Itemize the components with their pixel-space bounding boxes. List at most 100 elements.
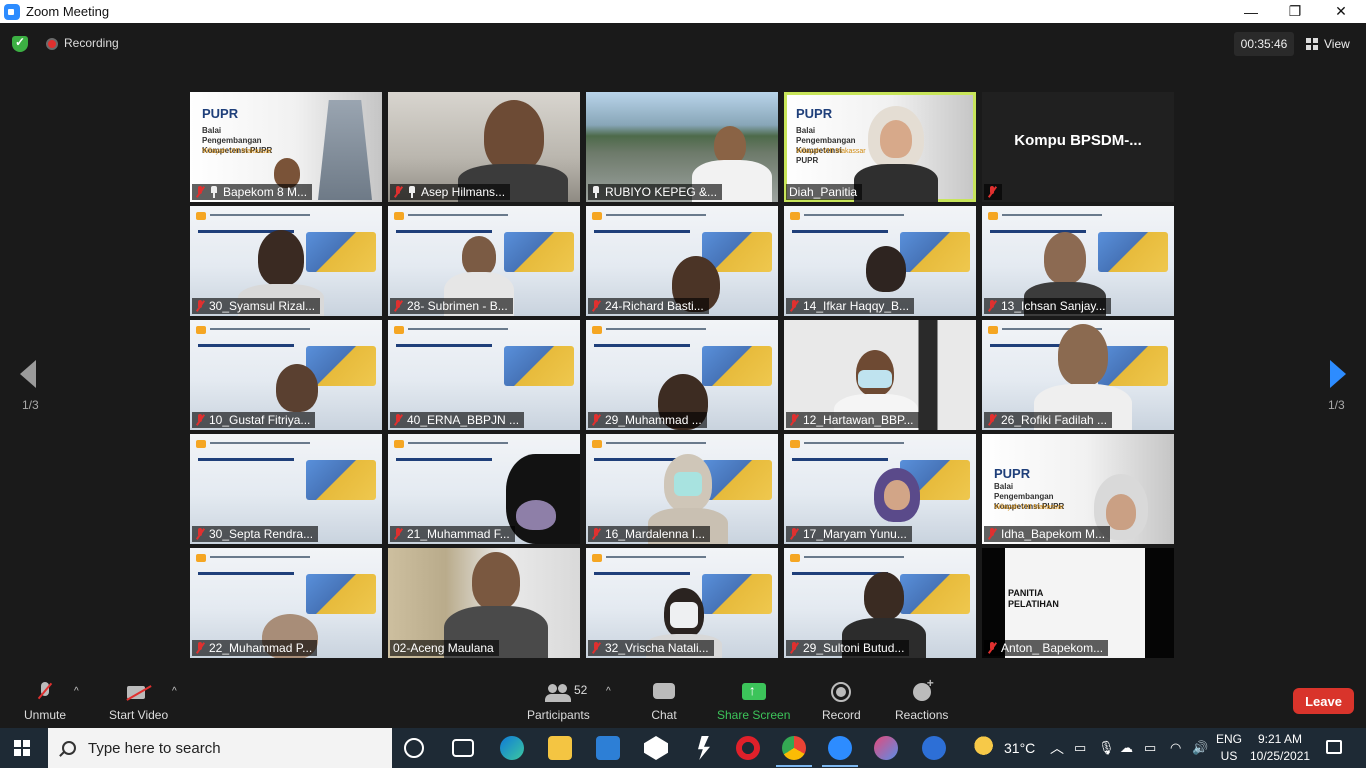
meet-now-icon[interactable]: ▭	[1074, 728, 1086, 768]
chat-button[interactable]: Chat	[650, 680, 678, 722]
view-button[interactable]: View	[1306, 32, 1350, 56]
participant-name-tag: 40_ERNA_BBPJN ...	[390, 412, 525, 428]
video-tile[interactable]: 24-Richard Basti...	[586, 206, 778, 316]
video-tile[interactable]: 26_Rofiki Fadilah ...	[982, 320, 1174, 430]
video-tile[interactable]: 17_Maryam Yunu...	[784, 434, 976, 544]
asphalt-plant-image	[1098, 346, 1168, 386]
dropbox-icon[interactable]	[644, 736, 668, 760]
minimize-button[interactable]: —	[1228, 0, 1274, 23]
participants-icon	[544, 680, 572, 704]
tray-chevron-icon[interactable]: ︿	[1050, 728, 1064, 768]
muted-mic-icon	[591, 414, 601, 426]
video-tile[interactable]: 21_Muhammad F...	[388, 434, 580, 544]
video-tile[interactable]: 12_Hartawan_BBP...	[784, 320, 976, 430]
slide-header-line	[1002, 214, 1102, 216]
video-tile-camera-off[interactable]: Kompu BPSDM-...	[982, 92, 1174, 202]
edge-browser-icon[interactable]	[500, 736, 524, 760]
reactions-button[interactable]: Reactions	[895, 676, 948, 722]
muted-microphone-icon	[31, 680, 59, 704]
input-language-indicator[interactable]: ENG US	[1216, 731, 1242, 765]
video-tile[interactable]: 30_Septa Rendra...	[190, 434, 382, 544]
leave-button[interactable]: Leave	[1293, 688, 1354, 714]
participants-count: 52	[574, 683, 588, 697]
share-screen-button[interactable]: Share Screen	[717, 680, 790, 722]
asphalt-plant-image	[900, 232, 970, 272]
search-icon	[62, 741, 76, 755]
video-tile[interactable]: 40_ERNA_BBPJN ...	[388, 320, 580, 430]
windows-start-icon[interactable]	[14, 740, 30, 756]
previous-page-arrow-icon[interactable]	[20, 360, 36, 388]
video-tile[interactable]: 02-Aceng Maulana	[388, 548, 580, 658]
active-speaker-tile[interactable]: PUPR Balai Pengembangan Kompetensi PUPR …	[784, 92, 976, 202]
participant-name-tag: 21_Muhammad F...	[390, 526, 515, 542]
video-tile[interactable]: 22_Muhammad P...	[190, 548, 382, 658]
wifi-icon[interactable]: ◠	[1170, 728, 1181, 768]
help-icon[interactable]	[922, 736, 946, 760]
battery-icon[interactable]: ▭	[1144, 728, 1156, 768]
lightning-app-icon[interactable]	[698, 736, 710, 760]
microphone-tray-icon[interactable]: 🎙	[1098, 728, 1115, 768]
slide-title-line	[198, 572, 294, 575]
asphalt-plant-image	[504, 232, 574, 272]
slide-header-line	[210, 328, 310, 330]
participants-options-caret[interactable]: ^	[606, 686, 611, 697]
restore-button[interactable]: ❐	[1272, 0, 1318, 23]
video-tile[interactable]: 29_Sultoni Butud...	[784, 548, 976, 658]
window-title-bar: Zoom Meeting — ❐ ✕	[0, 0, 1366, 23]
video-tile[interactable]: 16_Mardalenna I...	[586, 434, 778, 544]
participant-name-tag: 29_Muhammad ...	[588, 412, 707, 428]
volume-icon[interactable]: 🔊	[1192, 728, 1208, 768]
opera-browser-icon[interactable]	[736, 736, 760, 760]
weather-temperature[interactable]: 31°C	[1004, 728, 1035, 768]
pupr-logo: PUPR	[994, 466, 1031, 481]
file-explorer-icon[interactable]	[548, 736, 572, 760]
slide-header-line	[606, 556, 706, 558]
video-tile[interactable]: 29_Muhammad ...	[586, 320, 778, 430]
security-shield-icon[interactable]	[12, 35, 28, 52]
cortana-icon[interactable]	[404, 738, 424, 758]
slide-header-line	[804, 214, 904, 216]
audio-options-caret[interactable]: ^	[74, 686, 79, 697]
network-app-icon[interactable]	[874, 736, 898, 760]
participant-name-tag: Anton_ Bapekom...	[984, 640, 1109, 656]
ministry-logo	[988, 212, 998, 220]
muted-mic-icon	[393, 300, 403, 312]
cloud-sync-icon[interactable]: ☁	[1120, 728, 1133, 768]
mail-icon[interactable]	[596, 736, 620, 760]
video-tile[interactable]: RUBIYO KEPEG &...	[586, 92, 778, 202]
asphalt-plant-image	[900, 574, 970, 614]
video-tile[interactable]: PANITIA PELATIHAN Anton_ Bapekom...	[982, 548, 1174, 658]
system-clock[interactable]: 9:21 AM 10/25/2021	[1250, 731, 1310, 765]
video-tile[interactable]: PUPR Balai Pengembangan Kompetensi PUPR …	[982, 434, 1174, 544]
participant-name-tag: 12_Hartawan_BBP...	[786, 412, 919, 428]
slide-title-line	[594, 344, 690, 347]
video-tile[interactable]: 30_Syamsul Rizal...	[190, 206, 382, 316]
close-button[interactable]: ✕	[1318, 0, 1364, 23]
weather-sun-icon[interactable]	[974, 736, 998, 760]
video-tile[interactable]: PUPR Balai Pengembangan Kompetensi PUPR …	[190, 92, 382, 202]
recording-icon	[46, 38, 58, 50]
unmute-button[interactable]: Unmute	[24, 680, 66, 722]
next-page-arrow-icon[interactable]	[1330, 360, 1346, 388]
slide-balai-text: Balai Pengembangan Kompetensi PUPR	[796, 126, 856, 165]
pin-icon	[209, 186, 219, 198]
start-video-button[interactable]: Start Video	[109, 680, 168, 722]
notification-center-icon[interactable]	[1326, 740, 1342, 754]
muted-mic-icon	[195, 528, 205, 540]
video-tile[interactable]: 13_Ichsan Sanjay...	[982, 206, 1174, 316]
participant-name-tag	[984, 184, 1002, 200]
zoom-taskbar-icon[interactable]	[822, 736, 858, 767]
record-button[interactable]: Record	[822, 680, 861, 722]
video-tile[interactable]: 28- Subrimen - B...	[388, 206, 580, 316]
muted-mic-icon	[195, 186, 205, 198]
video-tile[interactable]: 14_Ifkar Haqqy_B...	[784, 206, 976, 316]
page-indicator-right: 1/3	[1328, 398, 1345, 412]
video-tile[interactable]: 32_Vrischa Natali...	[586, 548, 778, 658]
taskbar-search-box[interactable]: Type here to search	[48, 728, 392, 768]
video-tile[interactable]: Asep Hilmans...	[388, 92, 580, 202]
participant-name-tag: 30_Septa Rendra...	[192, 526, 319, 542]
task-view-icon[interactable]	[452, 739, 474, 757]
video-options-caret[interactable]: ^	[172, 686, 177, 697]
video-tile[interactable]: 10_Gustaf Fitriya...	[190, 320, 382, 430]
chrome-browser-icon[interactable]	[776, 736, 812, 767]
